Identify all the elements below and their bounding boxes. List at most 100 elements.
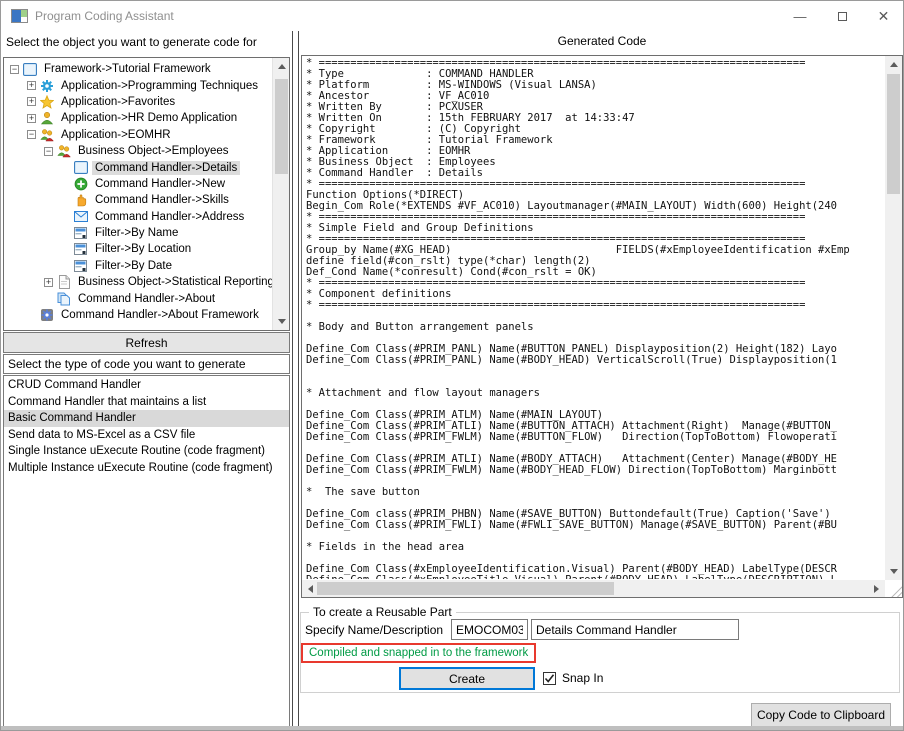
create-button-label: Create — [448, 671, 486, 686]
code-type-item[interactable]: Send data to MS-Excel as a CSV file — [4, 427, 289, 444]
checkmark-icon — [544, 674, 555, 683]
tree-scrollbar-thumb[interactable] — [275, 79, 288, 174]
code-vscroll-thumb[interactable] — [887, 74, 900, 194]
gear-icon — [39, 79, 54, 93]
expand-icon[interactable]: + — [27, 97, 36, 107]
scroll-right-icon[interactable] — [868, 580, 885, 597]
expand-icon[interactable]: + — [27, 113, 36, 123]
scroll-down-icon[interactable] — [885, 563, 902, 580]
filter-icon — [73, 242, 88, 256]
person-icon — [39, 111, 54, 125]
minimize-icon: — — [793, 8, 807, 24]
refresh-button[interactable]: Refresh — [3, 332, 290, 353]
tree-item[interactable]: + Business Object->Statistical Reporting — [4, 274, 274, 290]
tree-item[interactable]: Command Handler->About Framework — [4, 307, 272, 323]
tree-item[interactable]: Command Handler->Address — [4, 209, 272, 225]
tree-item-label: Command Handler->New — [95, 177, 226, 190]
tree-item[interactable]: Command Handler->Details — [4, 159, 272, 175]
maximize-button[interactable] — [821, 1, 863, 31]
tree-item-label: Business Object->Statistical Reporting — [78, 276, 274, 289]
tree-item-label: Filter->By Name — [95, 227, 179, 240]
expand-icon[interactable]: + — [27, 81, 36, 91]
window-icon — [73, 161, 88, 175]
code-type-item[interactable]: Basic Command Handler — [4, 410, 289, 427]
scroll-down-icon[interactable] — [273, 313, 289, 330]
scroll-up-icon[interactable] — [885, 56, 902, 73]
documents-icon — [56, 292, 71, 306]
tree-item-label: Filter->By Date — [95, 259, 173, 272]
tree-item-label: Business Object->Employees — [78, 145, 229, 158]
description-input[interactable] — [531, 619, 739, 640]
scroll-up-icon[interactable] — [273, 58, 289, 75]
collapse-icon[interactable]: − — [10, 64, 19, 74]
gear-framework-icon — [39, 308, 54, 322]
maximize-icon — [837, 11, 847, 21]
close-button[interactable]: ✕ — [863, 1, 903, 31]
code-type-item[interactable]: Command Handler that maintains a list — [4, 394, 289, 411]
tree-item-label: Command Handler->Skills — [95, 194, 229, 207]
tree-item-label: Application->Favorites — [61, 95, 176, 108]
expand-icon[interactable]: + — [44, 277, 53, 287]
tree-item-label: Framework->Tutorial Framework — [44, 63, 211, 76]
tree-item[interactable]: + Application->Programming Techniques — [4, 77, 272, 93]
tree-item[interactable]: Filter->By Date — [4, 258, 272, 274]
app-window: Program Coding Assistant — ✕ Select the … — [0, 0, 904, 731]
tree-item[interactable]: − Application->EOMHR — [4, 127, 272, 143]
hand-icon — [73, 193, 88, 207]
generated-code-header: Generated Code — [557, 34, 647, 48]
tree-item-label: Application->HR Demo Application — [61, 112, 238, 125]
snap-in-label: Snap In — [562, 671, 604, 685]
tree-item[interactable]: + Application->Favorites — [4, 94, 272, 110]
status-message: Compiled and snapped in to the framework — [301, 643, 537, 663]
tree-item-label: Command Handler->Address — [95, 210, 245, 223]
window-bottom-edge — [1, 726, 903, 730]
resize-grip[interactable] — [887, 582, 902, 597]
generated-code-box: * ======================================… — [301, 55, 903, 598]
tree-item[interactable]: + Application->HR Demo Application — [4, 110, 272, 126]
app-icon — [11, 9, 28, 23]
create-button[interactable]: Create — [399, 667, 535, 690]
star-icon — [39, 94, 54, 109]
object-select-label: Select the object you want to generate c… — [6, 35, 257, 49]
add-icon — [73, 177, 88, 191]
filter-icon — [73, 226, 88, 240]
minimize-button[interactable]: — — [779, 1, 821, 31]
window-icon — [22, 62, 37, 76]
tree-item[interactable]: Command Handler->About — [4, 290, 272, 306]
window-title: Program Coding Assistant — [35, 9, 174, 23]
people-icon — [56, 144, 71, 158]
copy-code-button[interactable]: Copy Code to Clipboard — [751, 703, 891, 727]
tree-item[interactable]: Filter->By Name — [4, 225, 272, 241]
object-tree: − Framework->Tutorial Framework + Applicati… — [4, 61, 274, 323]
code-type-item[interactable]: CRUD Command Handler — [4, 377, 289, 394]
title-bar[interactable]: Program Coding Assistant — ✕ — [1, 1, 903, 31]
envelope-icon — [73, 210, 88, 224]
refresh-button-label: Refresh — [125, 335, 168, 350]
tree-item[interactable]: Filter->By Location — [4, 241, 272, 257]
code-type-list: CRUD Command Handler Command Handler that… — [3, 375, 290, 727]
code-type-item[interactable]: Multiple Instance uExecute Routine (code… — [4, 460, 289, 477]
code-type-item[interactable]: Single Instance uExecute Routine (code f… — [4, 443, 289, 460]
code-horizontal-scrollbar[interactable] — [302, 580, 885, 597]
code-hscroll-thumb[interactable] — [317, 582, 614, 595]
people-icon — [39, 128, 54, 142]
tree-item-label: Application->Programming Techniques — [61, 79, 258, 92]
tree-item[interactable]: − Framework->Tutorial Framework — [4, 61, 272, 77]
tree-item[interactable]: Command Handler->Skills — [4, 192, 272, 208]
specify-name-label: Specify Name/Description — [305, 623, 444, 637]
snap-in-checkbox[interactable] — [543, 672, 556, 685]
panel-splitter[interactable] — [292, 31, 299, 728]
filter-icon — [73, 259, 88, 273]
tree-item-label: Filter->By Location — [95, 243, 192, 256]
name-input[interactable] — [451, 619, 528, 640]
generated-code-text[interactable]: * ======================================… — [306, 58, 884, 579]
object-tree-box: − Framework->Tutorial Framework + Applicati… — [3, 57, 290, 331]
tree-scrollbar[interactable] — [272, 58, 289, 330]
tree-item-label: Command Handler->About — [78, 292, 216, 305]
code-vertical-scrollbar[interactable] — [885, 56, 902, 580]
collapse-icon[interactable]: − — [27, 130, 36, 140]
document-icon — [56, 275, 71, 290]
collapse-icon[interactable]: − — [44, 146, 53, 156]
tree-item[interactable]: − Business Object->Employees — [4, 143, 272, 159]
tree-item[interactable]: Command Handler->New — [4, 176, 272, 192]
